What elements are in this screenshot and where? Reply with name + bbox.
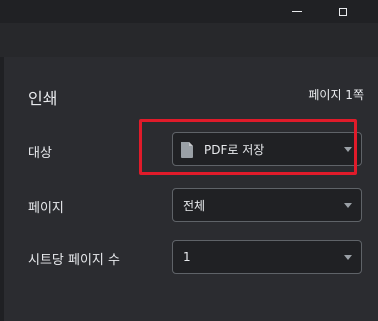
chevron-down-icon [344,203,352,208]
destination-select[interactable]: PDF로 저장 [172,132,362,166]
page-count: 페이지 1쪽 [308,88,364,102]
minimize-icon [292,11,302,12]
print-title: 인쇄 [28,89,58,108]
pages-select[interactable]: 전체 [172,188,362,222]
document-icon [181,142,193,158]
panel-left-edge [0,57,4,321]
toolbar-strip [0,23,378,57]
maximize-button[interactable] [320,0,366,23]
pages-value: 전체 [183,198,206,213]
pages-label: 페이지 [28,201,64,216]
chevron-down-icon [344,147,352,152]
window-titlebar [0,0,378,23]
pages-per-sheet-label: 시트당 페이지 수 [28,253,120,268]
pages-per-sheet-value: 1 [183,250,191,264]
minimize-button[interactable] [274,0,320,23]
destination-label: 대상 [28,146,52,161]
pages-per-sheet-select[interactable]: 1 [172,240,362,274]
maximize-icon [339,7,347,16]
chevron-down-icon [344,255,352,260]
destination-value: PDF로 저장 [204,142,265,157]
